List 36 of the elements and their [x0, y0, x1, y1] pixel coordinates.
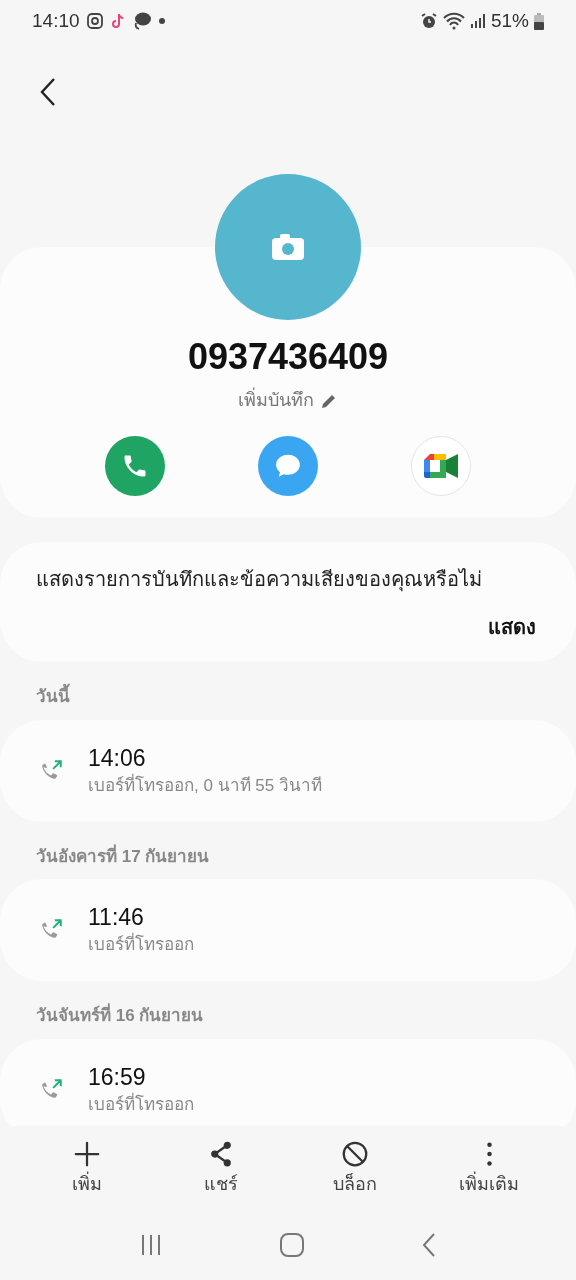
- phone-number: 0937436409: [187, 337, 389, 377]
- call-detail: เบอร์ที่โทรออก, 0 นาที 55 วินาที: [88, 772, 322, 797]
- more-icon: [486, 1141, 492, 1166]
- call-log-item[interactable]: 14:06 เบอร์ที่โทรออก, 0 นาที 55 วินาที: [0, 719, 576, 822]
- message-button[interactable]: [258, 436, 318, 496]
- back-icon[interactable]: [421, 1232, 438, 1258]
- date-header: วันอังคารที่ 17 กันยายน: [35, 843, 211, 868]
- battery-icon: [534, 12, 544, 30]
- call-log-item[interactable]: 11:46 เบอร์ที่โทรออก: [0, 879, 576, 981]
- call-detail: เบอร์ที่โทรออก: [88, 1091, 194, 1116]
- alarm-icon: [419, 12, 438, 30]
- toolbar-button[interactable]: บล็อก: [305, 1138, 405, 1198]
- toolbar-button[interactable]: แชร์: [171, 1138, 271, 1198]
- battery-percent: 51%: [490, 8, 529, 33]
- call-button[interactable]: [105, 436, 165, 496]
- status-time: 14:10: [32, 8, 80, 33]
- call-time: 11:46: [88, 903, 145, 932]
- toolbar-button[interactable]: เพิ่มเติม: [439, 1138, 539, 1198]
- call-detail: เบอร์ที่โทรออก: [88, 932, 194, 958]
- video-camera-icon: [424, 452, 458, 480]
- banner-text: แสดงรายการบันทึกและข้อความเสียงของคุณหรือไม่: [36, 567, 483, 594]
- toolbar-button[interactable]: เพิ่ม: [37, 1138, 137, 1198]
- signal-icon: [469, 13, 486, 29]
- call-log-item[interactable]: 16:59 เบอร์ที่โทรออก: [0, 1038, 576, 1126]
- notification-dot-icon: [157, 17, 166, 25]
- add-note-link[interactable]: เพิ่มบันทึก: [238, 387, 338, 414]
- show-button[interactable]: แสดง: [488, 612, 536, 642]
- home-icon[interactable]: [280, 1233, 304, 1257]
- call-time: 14:06: [88, 743, 147, 773]
- call-time: 16:59: [88, 1062, 147, 1092]
- date-header: วันจันทร์ที่ 16 กันยายน: [0, 981, 576, 1039]
- camera-icon: [272, 234, 304, 260]
- music-note-icon: [109, 12, 126, 30]
- date-header: วันนี้: [0, 662, 576, 720]
- wifi-icon: [442, 12, 465, 30]
- camera-app-icon: [85, 12, 104, 30]
